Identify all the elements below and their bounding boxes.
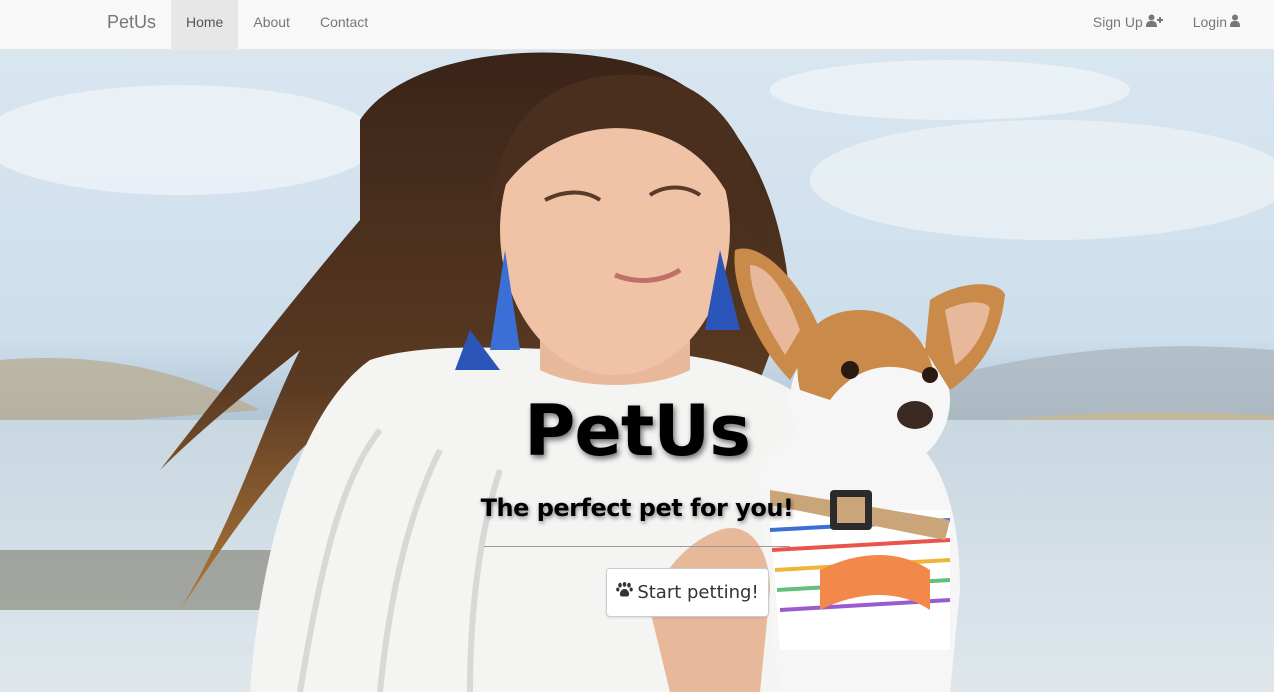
nav-login[interactable]: Login (1178, 0, 1255, 44)
nav-about[interactable]: About (238, 0, 305, 49)
nav-sign-up[interactable]: Sign Up (1078, 0, 1178, 44)
user-plus-icon (1145, 14, 1163, 30)
navbar: PetUs Home About Contact Sign Up Login (0, 0, 1274, 50)
brand-link[interactable]: PetUs (107, 12, 156, 33)
nav-home[interactable]: Home (171, 0, 239, 49)
hero-divider (484, 546, 790, 547)
login-label: Login (1192, 14, 1227, 30)
nav-left: Home About Contact (171, 0, 383, 49)
user-icon (1230, 14, 1240, 30)
hero-content: PetUs The perfect pet for you! Start pet… (0, 50, 1274, 692)
start-petting-button[interactable]: Start petting! (606, 568, 769, 617)
start-petting-label: Start petting! (637, 582, 759, 603)
paw-icon (616, 582, 634, 603)
hero-subtitle: The perfect pet for you! (480, 494, 794, 522)
hero-title: PetUs (524, 390, 751, 472)
hero-section: PetUs The perfect pet for you! Start pet… (0, 50, 1274, 692)
nav-right: Sign Up Login (1078, 0, 1255, 49)
nav-contact[interactable]: Contact (305, 0, 383, 49)
sign-up-label: Sign Up (1092, 14, 1143, 30)
